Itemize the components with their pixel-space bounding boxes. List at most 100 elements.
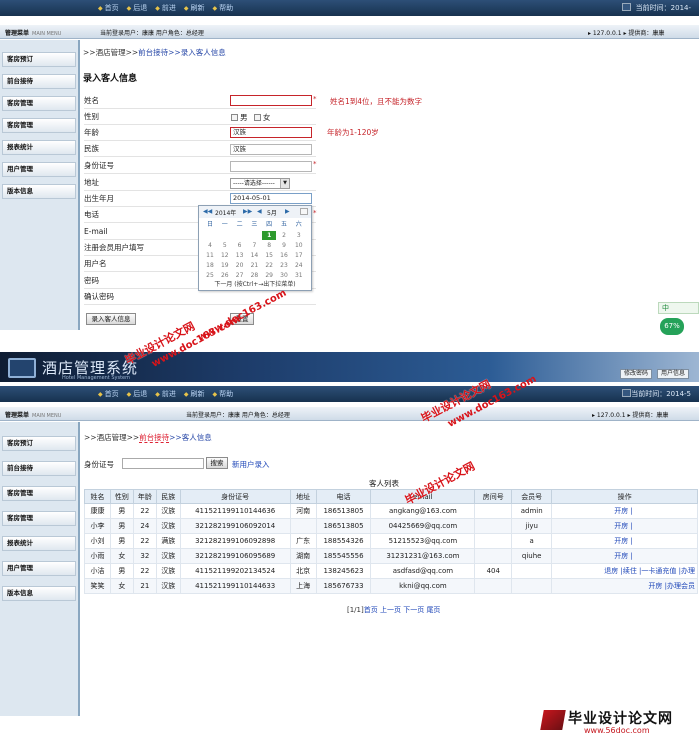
calendar-day[interactable]: 22 xyxy=(262,261,276,270)
row-gender: 性别 xyxy=(84,109,316,125)
calendar-day[interactable]: 13 xyxy=(233,251,247,260)
sidebar-item-version[interactable]: 版本信息 xyxy=(2,586,76,601)
back-link[interactable]: 后退 xyxy=(127,3,147,13)
first-page-link[interactable]: 首页 xyxy=(364,606,378,614)
age-field[interactable]: 汉族 xyxy=(230,127,312,138)
prev-year-icon[interactable]: ◀◀ xyxy=(203,208,212,215)
refresh-link[interactable]: 刷新 xyxy=(184,3,205,13)
sidebar-item-rooms[interactable]: 客房管理 xyxy=(2,96,76,111)
name-field[interactable] xyxy=(230,95,312,106)
calendar-day[interactable]: 14 xyxy=(247,251,261,260)
calendar-day[interactable]: 10 xyxy=(292,241,306,250)
calendar-day[interactable]: 11 xyxy=(203,251,217,260)
cell-actions[interactable]: 开房 | xyxy=(551,548,698,564)
cell-actions[interactable]: 开房 | xyxy=(551,503,698,519)
page-title: 录入客人信息 xyxy=(83,74,138,84)
sidebar-item-users[interactable]: 用户管理 xyxy=(2,561,76,576)
home-link[interactable]: 首页 xyxy=(98,3,119,13)
calendar-day[interactable]: 3 xyxy=(292,231,306,240)
sidebar-item-rooms-2[interactable]: 客房管理 xyxy=(2,511,76,526)
calendar-day[interactable]: 4 xyxy=(203,241,217,250)
cell-actions[interactable]: 开房 | xyxy=(551,518,698,534)
id-field[interactable] xyxy=(230,161,312,172)
current-time: 当前时间：2014-5 xyxy=(631,390,691,398)
calendar-day[interactable]: 1 xyxy=(262,231,277,240)
calendar-day[interactable]: 5 xyxy=(218,241,232,250)
sidebar-item-booking[interactable]: 客房预订 xyxy=(2,52,76,67)
last-page-link[interactable]: 尾页 xyxy=(426,606,440,614)
cell-id: 321282199106092014 xyxy=(179,518,291,534)
new-user-link[interactable]: 新用户录入 xyxy=(232,459,270,470)
help-link[interactable]: 帮助 xyxy=(213,389,233,399)
cell-actions[interactable]: 退房 |续住 |一卡通充值 |办理 xyxy=(551,563,698,579)
calendar-month[interactable]: 5月 xyxy=(267,208,277,217)
breadcrumb-leaf[interactable]: >>客人信息 xyxy=(169,433,212,442)
radio-female[interactable] xyxy=(253,114,261,121)
back-link[interactable]: 后退 xyxy=(127,389,147,399)
submit-guest-button[interactable]: 录入客人信息 xyxy=(86,313,136,325)
breadcrumb-reception[interactable]: 前台接待 xyxy=(139,433,170,443)
cell-email: kkni@qq.com xyxy=(370,578,476,594)
sidebar-item-rooms-2[interactable]: 客房管理 xyxy=(2,118,76,133)
calendar-day[interactable]: 6 xyxy=(233,241,247,250)
calendar-day[interactable]: 9 xyxy=(277,241,291,250)
cell-member xyxy=(511,578,553,594)
ethnicity-field[interactable]: 汉族 xyxy=(230,144,312,155)
address-select-value: -----请选择------ xyxy=(233,180,275,187)
forward-link[interactable]: 前进 xyxy=(155,389,176,399)
top-nav-bar-2: 首页 后退 前进 刷新 帮助 当前时间：2014-5 xyxy=(0,386,699,402)
label-confirm: 确认密码 xyxy=(84,292,114,301)
close-icon[interactable] xyxy=(300,208,308,215)
next-year-icon[interactable]: ▶▶ xyxy=(243,208,252,215)
prev-page-link[interactable]: 上一页 xyxy=(380,606,401,614)
breadcrumb-leaf[interactable]: >>录入客人信息 xyxy=(168,48,226,57)
forward-link[interactable]: 前进 xyxy=(155,3,176,13)
sidebar-item-reception[interactable]: 前台接待 xyxy=(2,74,76,89)
calendar-day[interactable]: 2 xyxy=(277,231,291,240)
help-link[interactable]: 帮助 xyxy=(213,3,233,13)
next-page-link[interactable]: 下一页 xyxy=(403,606,424,614)
cell-address: 湖南 xyxy=(289,548,317,564)
breadcrumb-root: >>酒店管理>> xyxy=(83,48,139,57)
calendar-day[interactable]: 21 xyxy=(247,261,261,270)
cell-phone: 188554326 xyxy=(315,533,372,549)
refresh-link[interactable]: 刷新 xyxy=(184,389,205,399)
next-month-icon[interactable]: ▶ xyxy=(285,208,290,215)
calendar-day[interactable]: 23 xyxy=(277,261,291,270)
calendar-day[interactable]: 24 xyxy=(292,261,306,270)
change-password-button[interactable]: 修改密码 xyxy=(620,369,653,379)
user-info-button[interactable]: 用户信息 xyxy=(657,369,690,379)
calendar-day[interactable]: 8 xyxy=(262,241,276,250)
sidebar-item-reports[interactable]: 报表统计 xyxy=(2,140,76,155)
sidebar-item-rooms[interactable]: 客房管理 xyxy=(2,486,76,501)
sidebar-item-booking[interactable]: 客房预订 xyxy=(2,436,76,451)
calendar-day[interactable]: 19 xyxy=(218,261,232,270)
calendar-day[interactable]: 20 xyxy=(233,261,247,270)
cell-email: 51215523@qq.com xyxy=(370,533,476,549)
search-input[interactable] xyxy=(122,458,204,469)
calendar-day[interactable]: 7 xyxy=(247,241,261,250)
calendar-day[interactable]: 17 xyxy=(292,251,306,260)
sidebar-item-reports[interactable]: 报表统计 xyxy=(2,536,76,551)
address-select[interactable]: -----请选择------ ▼ xyxy=(230,178,290,189)
label-username: 用户名 xyxy=(84,259,107,268)
cell-id: 321282199106092898 xyxy=(179,533,291,549)
calendar-day[interactable]: 18 xyxy=(203,261,217,270)
birth-field[interactable]: 2014-05-01 xyxy=(230,193,312,204)
calendar-day[interactable]: 16 xyxy=(277,251,291,260)
radio-male[interactable] xyxy=(231,114,238,121)
cell-actions[interactable]: 开房 |办理会员 xyxy=(551,578,698,594)
calendar-day[interactable]: 15 xyxy=(262,251,276,260)
sidebar-item-reception[interactable]: 前台接待 xyxy=(2,461,76,476)
calendar-year[interactable]: 2014年 xyxy=(215,208,236,217)
calendar-day[interactable]: 12 xyxy=(218,251,232,260)
cell-actions[interactable]: 开房 | xyxy=(551,533,698,549)
sidebar-item-version[interactable]: 版本信息 xyxy=(2,184,76,199)
table-row: 小雨女 32 汉族 321282199106095689 湖南 185545556 3123… xyxy=(84,548,698,564)
prev-month-icon[interactable]: ◀ xyxy=(257,208,262,215)
home-link[interactable]: 首页 xyxy=(98,389,119,399)
search-button[interactable]: 搜索 xyxy=(206,457,228,469)
breadcrumb-reception[interactable]: 前台接待 xyxy=(138,48,168,57)
sidebar-item-users[interactable]: 用户管理 xyxy=(2,162,76,177)
breadcrumb-2: >>酒店管理>>前台接待>>客人信息 xyxy=(84,432,212,443)
